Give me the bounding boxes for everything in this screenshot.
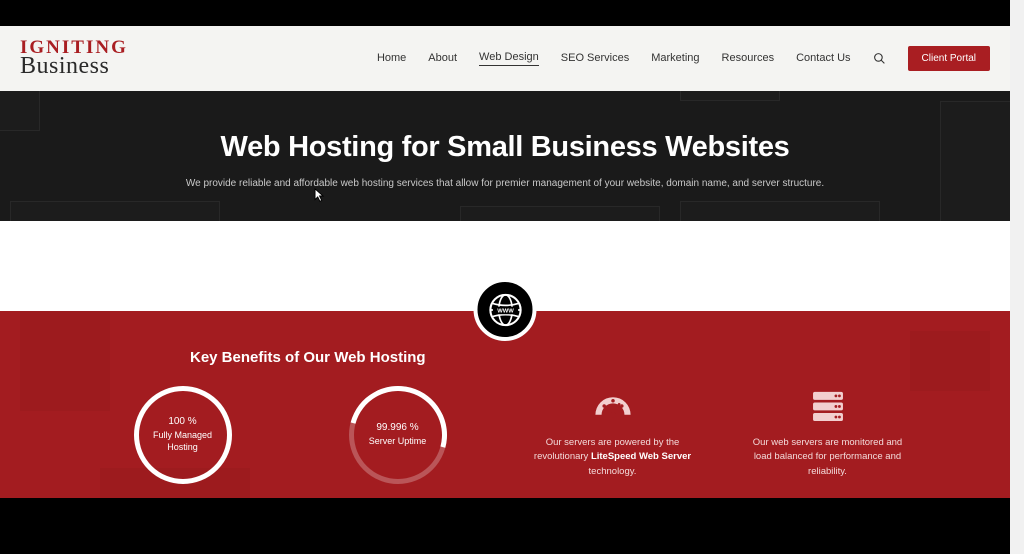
client-portal-button[interactable]: Client Portal: [908, 46, 990, 71]
logo-line2: Business: [20, 56, 128, 78]
nav-marketing[interactable]: Marketing: [651, 52, 699, 66]
benefit-litespeed-text: Our servers are powered by the revolutio…: [530, 436, 695, 479]
hero-section: Web Hosting for Small Business Websites …: [0, 91, 1010, 221]
site-header: IGNITING Business Home About Web Design …: [0, 26, 1010, 91]
main-nav: Home About Web Design SEO Services Marke…: [377, 46, 990, 71]
ring-uptime: 99.996 % Server Uptime: [349, 386, 447, 484]
page-scrollbar[interactable]: [1010, 0, 1024, 554]
nav-web-design[interactable]: Web Design: [479, 51, 539, 66]
letterbox-bottom: [0, 498, 1010, 554]
benefit-managed-hosting: 100 % Fully Managed Hosting: [100, 386, 265, 484]
benefit-row: 100 % Fully Managed Hosting 99.996 % Ser…: [70, 386, 940, 484]
benefit-monitored-text: Our web servers are monitored and load b…: [745, 436, 910, 479]
benefit-uptime: 99.996 % Server Uptime: [315, 386, 480, 484]
search-icon[interactable]: [873, 52, 886, 65]
benefit-monitored: Our web servers are monitored and load b…: [745, 386, 910, 484]
ring1-label: Fully Managed Hosting: [153, 430, 212, 453]
nav-seo-services[interactable]: SEO Services: [561, 52, 629, 66]
nav-contact[interactable]: Contact Us: [796, 52, 850, 66]
nav-resources[interactable]: Resources: [722, 52, 775, 66]
benefits-heading: Key Benefits of Our Web Hosting: [190, 349, 940, 366]
ring-managed-hosting: 100 % Fully Managed Hosting: [134, 386, 232, 484]
ring2-label: Server Uptime: [369, 436, 427, 448]
nav-home[interactable]: Home: [377, 52, 406, 66]
hero-subtitle: We provide reliable and affordable web h…: [0, 178, 1010, 189]
svg-text:WWW: WWW: [497, 308, 514, 314]
gauge-icon: [591, 386, 635, 426]
brand-logo[interactable]: IGNITING Business: [20, 39, 128, 78]
ring1-percent: 100 %: [168, 416, 196, 427]
nav-about[interactable]: About: [428, 52, 457, 66]
letterbox-top: [0, 0, 1010, 26]
server-icon: [806, 386, 850, 426]
benefit-litespeed: Our servers are powered by the revolutio…: [530, 386, 695, 484]
hero-title: Web Hosting for Small Business Websites: [0, 131, 1010, 164]
www-badge-icon: WWW: [474, 278, 537, 341]
ring2-percent: 99.996 %: [376, 422, 418, 433]
